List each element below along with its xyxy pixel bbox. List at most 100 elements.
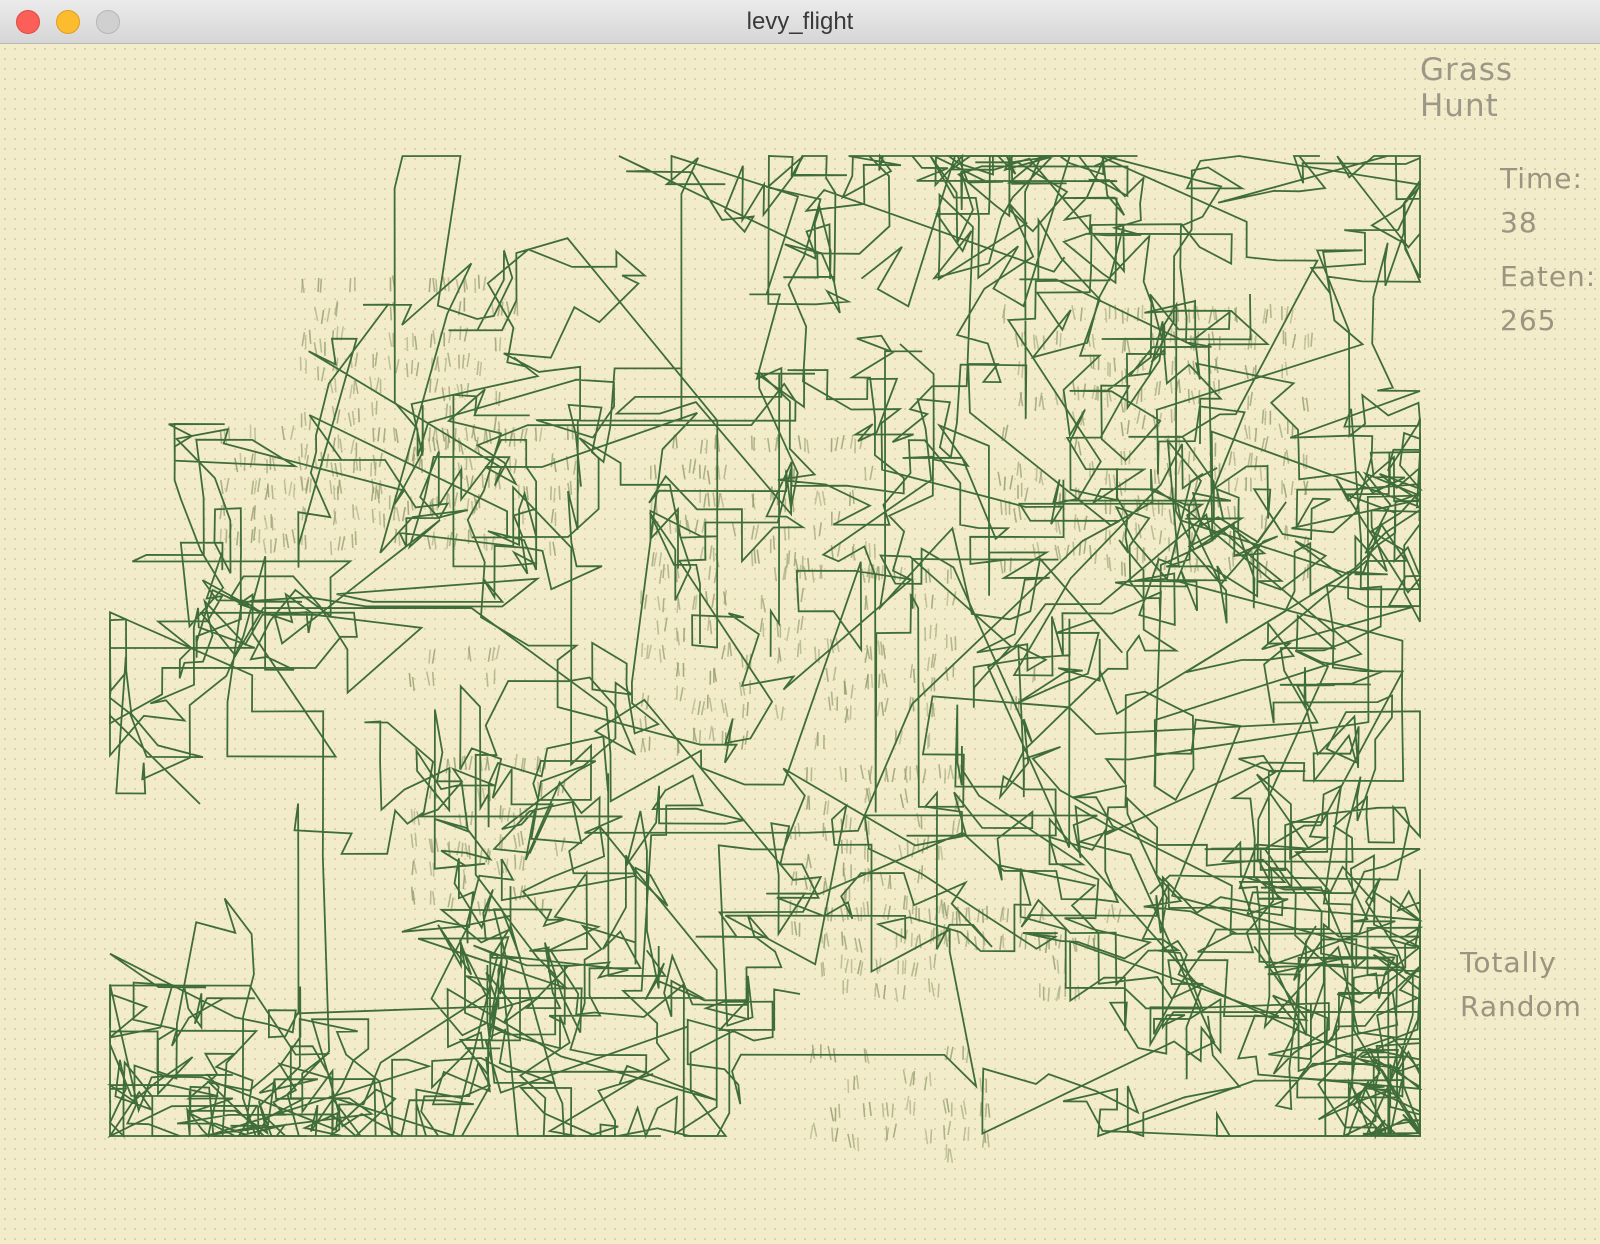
grass-blade (962, 1126, 967, 1142)
grass-blade (943, 901, 948, 917)
grass-blade (352, 459, 356, 474)
grass-blade (355, 456, 359, 471)
grass-blade (956, 906, 961, 921)
grass-blade (498, 337, 502, 352)
grass-blade (1106, 554, 1109, 569)
grass-blade (313, 306, 319, 321)
grass-blade (1003, 476, 1006, 491)
grass-blade (453, 533, 458, 548)
grass-blade (886, 905, 891, 920)
grass-blade (882, 644, 886, 659)
grass-blade (1136, 409, 1141, 424)
grass-blade (1232, 451, 1236, 466)
grass-blade (411, 860, 415, 875)
grass-blade (1002, 933, 1005, 948)
grass-blade (709, 545, 713, 560)
grass-blade (859, 764, 865, 779)
grass-blade (708, 725, 713, 740)
grass-blade (951, 911, 955, 926)
grass-blade (447, 893, 452, 908)
grass-blade (1157, 380, 1162, 396)
grass-blade (885, 767, 889, 783)
grass-blade (435, 279, 438, 294)
grass-blade (931, 702, 936, 717)
grass-blade (329, 480, 333, 495)
grass-blade (1192, 304, 1195, 319)
grass-blade (986, 1133, 990, 1148)
grass-blade (1072, 381, 1076, 396)
grass-blade (1106, 393, 1109, 408)
grass-blade (288, 481, 293, 496)
grass-blade (336, 409, 341, 424)
grass-blade (899, 793, 905, 809)
grass-blade (1305, 397, 1310, 412)
grass-blade (1019, 392, 1024, 407)
grass-blade (1234, 477, 1239, 492)
grass-blade (658, 569, 663, 584)
grass-blade (675, 434, 678, 449)
grass-blade (694, 594, 698, 609)
grass-blade (339, 438, 343, 453)
grass-blade (750, 525, 755, 540)
window-titlebar: levy_flight (0, 0, 1600, 44)
grass-blade (219, 528, 222, 543)
grass-blade (1073, 436, 1078, 451)
game-canvas[interactable]: Grass Hunt Time: 38 Eaten: 265 Totally R… (0, 44, 1600, 1244)
grass-blade (505, 301, 511, 316)
grass-blade (477, 901, 482, 916)
grass-blade (513, 834, 518, 850)
grass-blade (1019, 463, 1023, 478)
grass-blade (854, 937, 859, 952)
grass-blade (1168, 509, 1173, 524)
grass-blade (1187, 360, 1191, 375)
grass-blade (924, 1130, 929, 1145)
grass-blade (283, 480, 287, 495)
grass-blade (485, 672, 489, 687)
mode-label-line2[interactable]: Random (1460, 990, 1582, 1023)
grass-blade (999, 559, 1004, 574)
grass-blade (1035, 335, 1040, 350)
grass-blade (468, 455, 474, 471)
grass-blade (809, 1124, 814, 1139)
grass-blade (517, 832, 521, 847)
grass-blade (273, 538, 278, 553)
grass-blade (666, 564, 670, 579)
grass-blade (979, 1102, 983, 1117)
grass-blade (481, 473, 484, 488)
grass-blade (826, 800, 830, 815)
grass-blade (844, 814, 848, 829)
grass-blade (796, 619, 801, 634)
grass-blade (800, 587, 805, 603)
grass-blade (569, 480, 573, 495)
grass-blade (922, 769, 927, 784)
grass-blade (457, 437, 461, 452)
grass-blade (793, 551, 797, 567)
grass-blade (946, 591, 949, 606)
grass-blade (446, 534, 450, 549)
grass-blade (434, 378, 439, 393)
grass-blade (814, 490, 819, 505)
grass-blade (923, 1076, 928, 1091)
grass-blade (843, 935, 848, 950)
grass-blade (257, 477, 261, 493)
grass-blade (877, 566, 880, 581)
grass-blade (1178, 379, 1181, 394)
grass-blade (708, 697, 713, 712)
grass-blade (486, 756, 490, 771)
grass-blade (375, 400, 378, 415)
grass-blade (514, 753, 518, 769)
grass-blade (1259, 467, 1263, 482)
grass-blade (326, 307, 331, 322)
grass-blade (305, 479, 310, 494)
grass-blade (880, 701, 885, 716)
grass-blade (493, 416, 498, 431)
grass-blade (910, 932, 913, 947)
grass-blade (999, 935, 1003, 950)
grass-blade (464, 842, 469, 858)
mode-label-line1[interactable]: Totally (1460, 946, 1557, 979)
grass-blade (378, 484, 381, 499)
grass-blade (333, 485, 336, 500)
grass-blade (392, 427, 397, 442)
grass-blade (1264, 411, 1267, 426)
grass-blade (1013, 508, 1018, 523)
